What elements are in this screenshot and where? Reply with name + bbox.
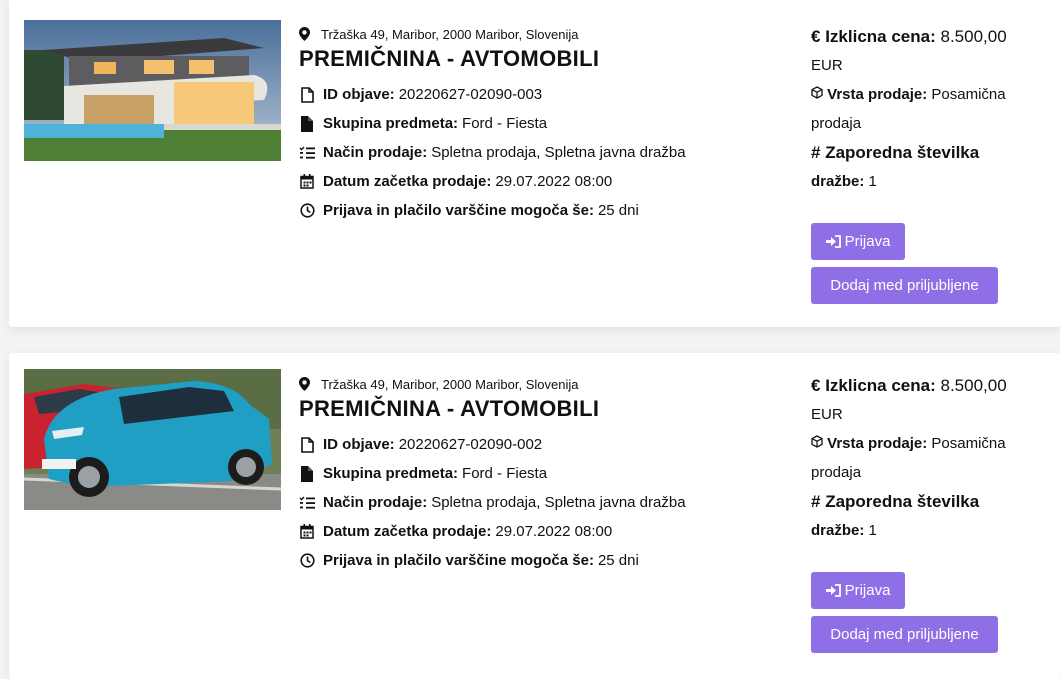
method-label: Način prodaje: bbox=[323, 144, 428, 161]
start-value: 29.07.2022 08:00 bbox=[495, 173, 613, 190]
sign-in-icon bbox=[825, 235, 841, 248]
group-value: Ford - Fiesta bbox=[462, 115, 548, 132]
apply-label: Prijava in plačilo varščine mogoča še: bbox=[323, 202, 594, 219]
group-label: Skupina predmeta: bbox=[323, 465, 459, 482]
price-line: € Izklicna cena: 8.500,00 bbox=[811, 371, 1041, 400]
start-label: Datum začetka prodaje: bbox=[323, 523, 492, 540]
calendar-icon bbox=[299, 174, 315, 189]
seq-line-cont: dražbe: 1 bbox=[811, 167, 1041, 196]
address-text: Tržaška 49, Maribor, 2000 Maribor, Slove… bbox=[321, 26, 579, 42]
calendar-icon bbox=[299, 524, 315, 539]
sale-type-value-cont: prodaja bbox=[811, 115, 862, 132]
group-value: Ford - Fiesta bbox=[462, 465, 548, 482]
seq-line-cont: dražbe: 1 bbox=[811, 516, 1041, 545]
seq-line: # Zaporedna številka bbox=[811, 487, 1041, 516]
seq-value: 1 bbox=[868, 522, 877, 539]
seq-label-cont: dražbe: bbox=[811, 522, 865, 539]
listing-title[interactable]: PREMIČNINA - AVTOMOBILI bbox=[299, 46, 686, 72]
add-favorite-button[interactable]: Dodaj med priljubljene bbox=[811, 616, 998, 653]
document-icon bbox=[299, 436, 315, 453]
file-icon bbox=[299, 465, 315, 482]
cube-icon bbox=[811, 86, 823, 103]
sale-type-value: Posamična bbox=[931, 435, 1006, 452]
id-value: 20220627-02090-002 bbox=[398, 436, 543, 453]
list-icon bbox=[299, 146, 315, 160]
listing-side: € Izklicna cena: 8.500,00 EUR Vrsta prod… bbox=[811, 22, 1041, 196]
price-currency: EUR bbox=[811, 406, 843, 423]
start-value: 29.07.2022 08:00 bbox=[495, 523, 613, 540]
id-row: ID objave: 20220627-02090-003 bbox=[299, 80, 686, 109]
hash-icon: # bbox=[811, 143, 821, 162]
price-label: Izklicna cena: bbox=[825, 376, 936, 395]
cube-icon bbox=[811, 435, 823, 452]
method-value: Spletna prodaja, Spletna javna dražba bbox=[431, 494, 686, 511]
sale-type-value: Posamična bbox=[931, 86, 1006, 103]
start-label: Datum začetka prodaje: bbox=[323, 173, 492, 190]
listing-info: Tržaška 49, Maribor, 2000 Maribor, Slove… bbox=[299, 375, 686, 575]
listing-info: Tržaška 49, Maribor, 2000 Maribor, Slove… bbox=[299, 25, 686, 225]
listing-card: Tržaška 49, Maribor, 2000 Maribor, Slove… bbox=[9, 0, 1060, 327]
apply-value: 25 dni bbox=[597, 552, 639, 569]
sale-type-value-cont: prodaja bbox=[811, 464, 862, 481]
prijava-label: Prijava bbox=[844, 582, 891, 599]
clock-icon bbox=[299, 203, 315, 218]
group-label: Skupina predmeta: bbox=[323, 115, 459, 132]
start-row: Datum začetka prodaje: 29.07.2022 08:00 bbox=[299, 517, 686, 546]
seq-label: Zaporedna številka bbox=[825, 143, 980, 162]
sign-in-icon bbox=[825, 584, 841, 597]
map-pin-icon bbox=[299, 27, 313, 41]
apply-label: Prijava in plačilo varščine mogoča še: bbox=[323, 552, 594, 569]
listing-title[interactable]: PREMIČNINA - AVTOMOBILI bbox=[299, 396, 686, 422]
sale-type-line: Vrsta prodaje: Posamična bbox=[811, 80, 1041, 109]
method-row: Način prodaje: Spletna prodaja, Spletna … bbox=[299, 488, 686, 517]
group-row: Skupina predmeta: Ford - Fiesta bbox=[299, 459, 686, 488]
listing-side: € Izklicna cena: 8.500,00 EUR Vrsta prod… bbox=[811, 371, 1041, 545]
id-label: ID objave: bbox=[323, 436, 395, 453]
add-favorite-button[interactable]: Dodaj med priljubljene bbox=[811, 267, 998, 304]
id-value: 20220627-02090-003 bbox=[398, 86, 543, 103]
file-icon bbox=[299, 115, 315, 132]
euro-icon: € bbox=[811, 27, 821, 46]
method-value: Spletna prodaja, Spletna javna dražba bbox=[431, 144, 686, 161]
id-label: ID objave: bbox=[323, 86, 395, 103]
prijava-button[interactable]: Prijava bbox=[811, 223, 905, 260]
apply-value: 25 dni bbox=[597, 202, 639, 219]
sale-type-line: Vrsta prodaje: Posamična bbox=[811, 429, 1041, 458]
apply-row: Prijava in plačilo varščine mogoča še: 2… bbox=[299, 546, 686, 575]
document-icon bbox=[299, 86, 315, 103]
price-line: € Izklicna cena: 8.500,00 bbox=[811, 22, 1041, 51]
seq-line: # Zaporedna številka bbox=[811, 138, 1041, 167]
address-text: Tržaška 49, Maribor, 2000 Maribor, Slove… bbox=[321, 376, 579, 392]
prijava-label: Prijava bbox=[844, 233, 891, 250]
map-pin-icon bbox=[299, 377, 313, 391]
start-row: Datum začetka prodaje: 29.07.2022 08:00 bbox=[299, 167, 686, 196]
price-label: Izklicna cena: bbox=[825, 27, 936, 46]
euro-icon: € bbox=[811, 376, 821, 395]
sale-type-label: Vrsta prodaje: bbox=[827, 435, 928, 452]
method-row: Način prodaje: Spletna prodaja, Spletna … bbox=[299, 138, 686, 167]
clock-icon bbox=[299, 553, 315, 568]
group-row: Skupina predmeta: Ford - Fiesta bbox=[299, 109, 686, 138]
seq-label: Zaporedna številka bbox=[825, 492, 980, 511]
sale-type-label: Vrsta prodaje: bbox=[827, 86, 928, 103]
listing-card: Tržaška 49, Maribor, 2000 Maribor, Slove… bbox=[9, 353, 1060, 679]
prijava-button[interactable]: Prijava bbox=[811, 572, 905, 609]
list-icon bbox=[299, 496, 315, 510]
address-line: Tržaška 49, Maribor, 2000 Maribor, Slove… bbox=[299, 25, 686, 43]
listing-image-car[interactable] bbox=[24, 369, 281, 510]
address-line: Tržaška 49, Maribor, 2000 Maribor, Slove… bbox=[299, 375, 686, 393]
price-value: 8.500,00 bbox=[940, 376, 1007, 395]
price-currency: EUR bbox=[811, 57, 843, 74]
id-row: ID objave: 20220627-02090-002 bbox=[299, 430, 686, 459]
method-label: Način prodaje: bbox=[323, 494, 428, 511]
hash-icon: # bbox=[811, 492, 821, 511]
apply-row: Prijava in plačilo varščine mogoča še: 2… bbox=[299, 196, 686, 225]
seq-label-cont: dražbe: bbox=[811, 173, 865, 190]
price-value: 8.500,00 bbox=[940, 27, 1007, 46]
seq-value: 1 bbox=[868, 173, 877, 190]
listing-image-house[interactable] bbox=[24, 20, 281, 161]
